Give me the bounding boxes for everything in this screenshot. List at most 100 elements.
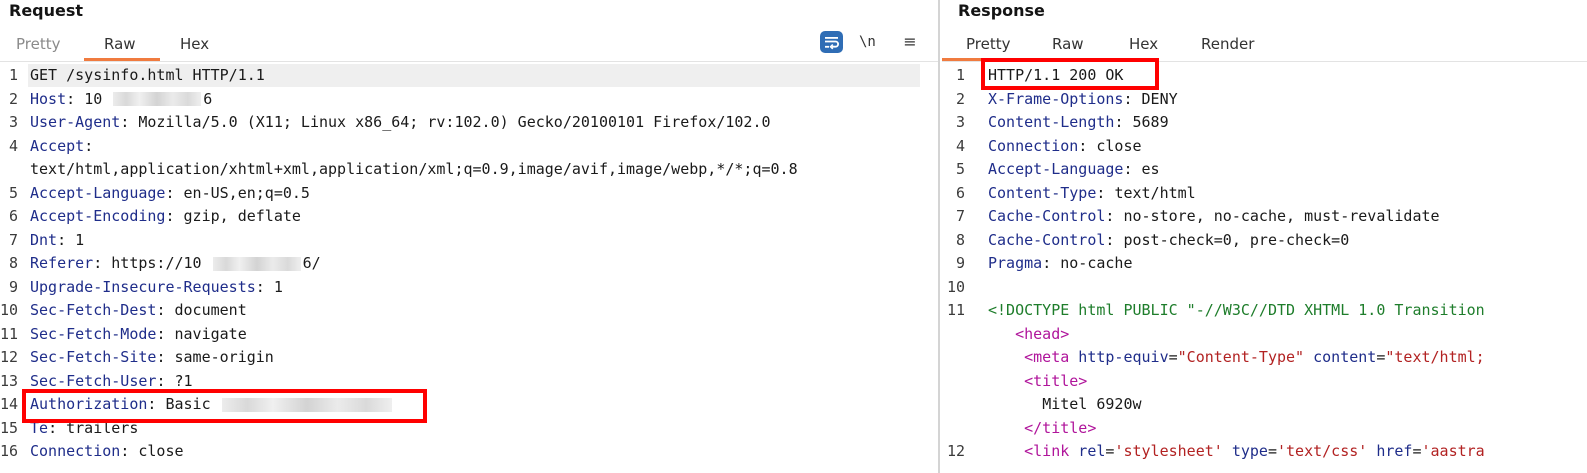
header-value: ?1 bbox=[174, 371, 193, 390]
code-line: text/html,application/xhtml+xml,applicat… bbox=[0, 158, 938, 181]
editor-menu-button[interactable]: ≡ bbox=[898, 31, 922, 53]
html-string: 'stylesheet' bbox=[1114, 442, 1223, 460]
header-name: Upgrade-Insecure-Requests bbox=[30, 277, 256, 296]
line-content: Accept-Language: en-US,en;q=0.5 bbox=[30, 183, 310, 202]
line-number: 4 bbox=[8, 136, 18, 155]
line-content: Sec-Fetch-Mode: navigate bbox=[30, 324, 247, 343]
line-number: 5 bbox=[8, 183, 18, 202]
line-number: 9 bbox=[8, 277, 18, 296]
line-content: <link rel='stylesheet' type='text/css' h… bbox=[988, 440, 1485, 463]
header-value: gzip, deflate bbox=[183, 207, 301, 225]
header-name: Accept-Language bbox=[30, 183, 166, 202]
code-line: 10 bbox=[942, 276, 1587, 299]
header-name: Sec-Fetch-Dest bbox=[30, 301, 157, 319]
request-tab-raw[interactable]: Raw bbox=[104, 30, 136, 58]
line-content: <!DOCTYPE html PUBLIC "-//W3C//DTD XHTML… bbox=[988, 299, 1485, 322]
line-number: 3 bbox=[955, 113, 965, 131]
request-tab-hex[interactable]: Hex bbox=[180, 30, 209, 58]
line-number: 10 bbox=[946, 277, 965, 296]
line-number: 6 bbox=[955, 183, 965, 202]
response-editor[interactable]: 1 HTTP/1.1 200 OK 2 X-Frame-Options: DENY 3 C… bbox=[942, 64, 1587, 473]
header-name: X-Frame-Options bbox=[988, 89, 1124, 108]
code-line: 7 Cache-Control: no-store, no-cache, must… bbox=[942, 205, 1587, 228]
header-value: en-US,en;q=0.5 bbox=[183, 183, 310, 202]
html-attribute: href bbox=[1367, 442, 1413, 460]
line-content: Content-Length: 5689 bbox=[988, 113, 1169, 131]
html-string: 'text/css' bbox=[1277, 442, 1368, 460]
header-value: DENY bbox=[1141, 89, 1178, 108]
html-attribute: content bbox=[1304, 348, 1377, 366]
line-content: Accept-Encoding: gzip, deflate bbox=[30, 207, 301, 225]
header-value: close bbox=[1096, 136, 1142, 155]
header-name: Host bbox=[30, 89, 67, 108]
line-content: GET /sysinfo.html HTTP/1.1 bbox=[30, 64, 265, 87]
html-punct: = bbox=[1267, 442, 1277, 460]
line-content: Pragma: no-cache bbox=[988, 254, 1133, 272]
code-line: 5 Accept-Language: es bbox=[942, 158, 1587, 181]
line-content: <meta http-equiv="Content-Type" content=… bbox=[988, 346, 1485, 369]
line-content: <title> bbox=[988, 370, 1087, 393]
line-content: </title> bbox=[988, 417, 1096, 440]
request-tab-pretty[interactable]: Pretty bbox=[16, 30, 61, 58]
line-number: 2 bbox=[8, 89, 18, 108]
header-value: 5689 bbox=[1132, 113, 1169, 131]
code-line: 3 User-Agent: Mozilla/5.0 (X11; Linux x86… bbox=[0, 111, 938, 134]
header-value-suffix: 6 bbox=[203, 89, 213, 108]
authorization-highlight-box bbox=[22, 389, 427, 423]
text-node: Mitel 6920w bbox=[1042, 395, 1142, 413]
text-wrap-button[interactable] bbox=[820, 31, 843, 53]
response-tab-render[interactable]: Render bbox=[1201, 30, 1254, 58]
line-content: Mitel 6920w bbox=[988, 393, 1142, 416]
header-value: text/html bbox=[1114, 183, 1196, 202]
html-string: "Content-Type" bbox=[1177, 348, 1305, 366]
line-number: 7 bbox=[955, 207, 965, 225]
header-name: Cache-Control bbox=[988, 230, 1106, 249]
response-tab-hex[interactable]: Hex bbox=[1129, 30, 1158, 58]
header-name: Accept-Encoding bbox=[30, 207, 166, 225]
code-line: 9 Upgrade-Insecure-Requests: 1 bbox=[0, 276, 938, 299]
header-value: navigate bbox=[174, 324, 247, 343]
response-tab-pretty[interactable]: Pretty bbox=[966, 30, 1011, 58]
line-content: Cache-Control: no-store, no-cache, must-… bbox=[988, 207, 1440, 225]
html-attribute: type bbox=[1222, 442, 1268, 460]
html-tag: <meta bbox=[1024, 348, 1070, 366]
code-line: 5 Accept-Language: en-US,en;q=0.5 bbox=[0, 182, 938, 205]
code-line: 1 GET /sysinfo.html HTTP/1.1 bbox=[0, 64, 938, 87]
header-name: Accept bbox=[30, 136, 85, 155]
code-line: <head> bbox=[942, 323, 1587, 346]
line-content: Accept: bbox=[30, 136, 103, 155]
show-newlines-button[interactable]: \n bbox=[859, 31, 883, 53]
line-content: Upgrade-Insecure-Requests: 1 bbox=[30, 277, 283, 296]
line-number: 16 bbox=[0, 442, 18, 460]
html-punct: = bbox=[1168, 348, 1178, 366]
line-number: 4 bbox=[955, 136, 965, 155]
text-wrap-icon bbox=[825, 37, 839, 50]
header-value: document bbox=[174, 301, 247, 319]
header-value: same-origin bbox=[174, 348, 274, 366]
header-value: no-cache bbox=[1060, 254, 1133, 272]
html-tag: <head> bbox=[1015, 324, 1070, 343]
html-tag: </title> bbox=[1024, 418, 1097, 437]
code-line: 8 Cache-Control: post-check=0, pre-check=… bbox=[942, 229, 1587, 252]
header-name: Accept-Language bbox=[988, 160, 1124, 178]
code-line: 4 Connection: close bbox=[942, 135, 1587, 158]
line-number: 15 bbox=[0, 418, 18, 437]
line-content: text/html,application/xhtml+xml,applicat… bbox=[30, 158, 798, 181]
header-name: Sec-Fetch-User bbox=[30, 371, 157, 390]
pane-splitter[interactable] bbox=[938, 0, 940, 473]
line-content: Accept-Language: es bbox=[988, 160, 1160, 178]
line-number: 8 bbox=[8, 254, 18, 272]
line-number: 14 bbox=[0, 395, 18, 413]
header-name: Dnt bbox=[30, 230, 58, 249]
code-line: 6 Content-Type: text/html bbox=[942, 182, 1587, 205]
code-line: 12 Sec-Fetch-Site: same-origin bbox=[0, 346, 938, 369]
line-number: 12 bbox=[0, 348, 18, 366]
status-line-highlight-box bbox=[981, 58, 1159, 90]
line-number: 10 bbox=[0, 301, 18, 319]
code-line: 11 Sec-Fetch-Mode: navigate bbox=[0, 323, 938, 346]
code-line: 7 Dnt: 1 bbox=[0, 229, 938, 252]
header-name: Pragma bbox=[988, 254, 1043, 272]
header-name: Connection bbox=[30, 442, 121, 460]
response-tab-raw[interactable]: Raw bbox=[1052, 30, 1084, 58]
line-content: Sec-Fetch-Site: same-origin bbox=[30, 348, 274, 366]
